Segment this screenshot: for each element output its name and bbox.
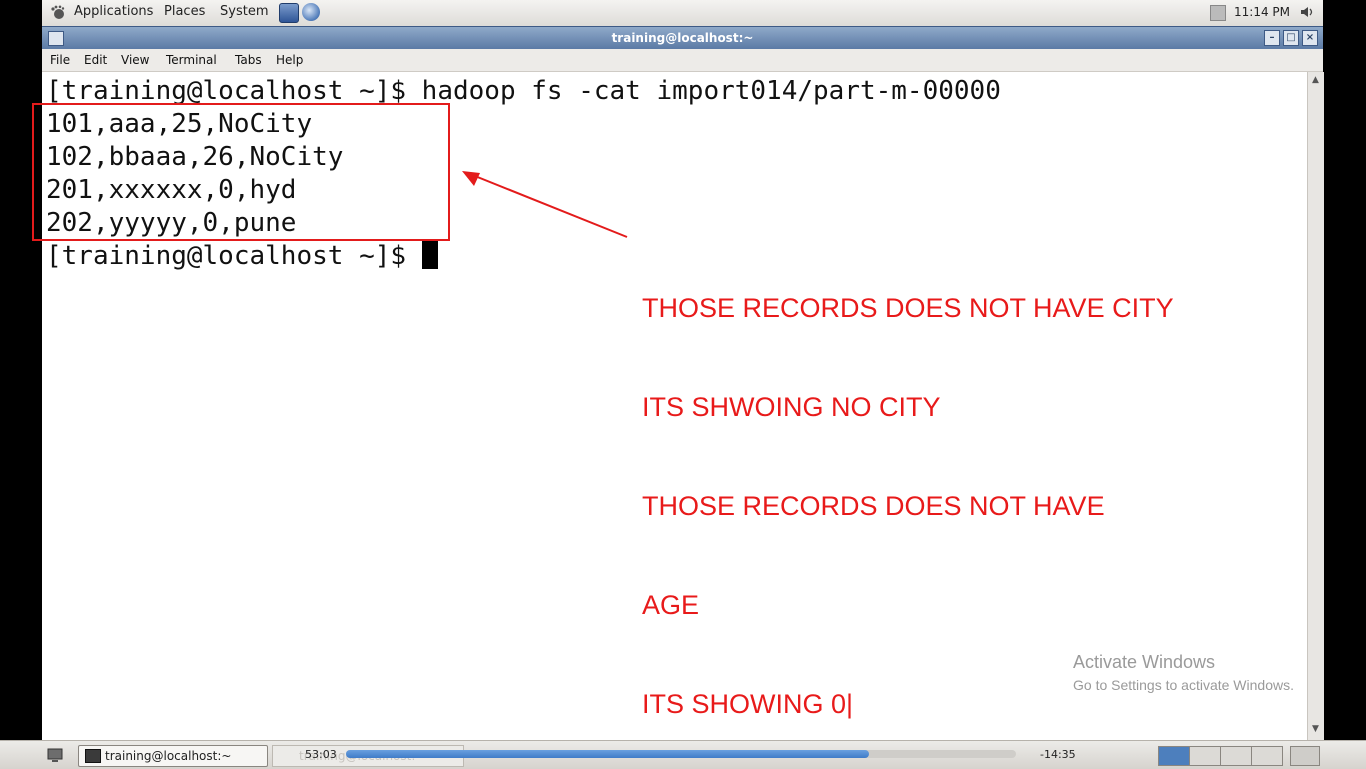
activation-watermark-subtitle: Go to Settings to activate Windows. bbox=[1073, 677, 1294, 693]
menu-applications[interactable]: Applications bbox=[74, 4, 153, 19]
menu-system[interactable]: System bbox=[220, 4, 268, 19]
minimize-button[interactable]: – bbox=[1264, 30, 1280, 46]
gnome-foot-icon[interactable] bbox=[50, 5, 66, 21]
scroll-up-icon[interactable]: ▲ bbox=[1310, 75, 1321, 86]
menu-view[interactable]: View bbox=[121, 53, 149, 67]
note-line: THOSE RECORDS DOES NOT HAVE CITY bbox=[642, 293, 1174, 323]
prompt-text: [training@localhost ~]$ bbox=[46, 241, 422, 271]
trash-icon[interactable] bbox=[1290, 746, 1320, 766]
top-panel: Applications Places System 11:14 PM bbox=[42, 0, 1323, 27]
maximize-button[interactable]: □ bbox=[1283, 30, 1299, 46]
network-icon[interactable] bbox=[1210, 5, 1226, 21]
annotation-note: THOSE RECORDS DOES NOT HAVE CITY ITS SHW… bbox=[642, 226, 1174, 754]
workspace-4[interactable] bbox=[1251, 746, 1283, 766]
scroll-down-icon[interactable]: ▼ bbox=[1310, 724, 1321, 735]
video-progress-fill bbox=[346, 750, 869, 758]
prompt-line: [training@localhost ~]$ bbox=[46, 240, 438, 272]
activation-watermark-title: Activate Windows bbox=[1073, 652, 1216, 672]
window-titlebar[interactable]: training@localhost:~ – □ × bbox=[42, 26, 1323, 49]
window-title: training@localhost:~ bbox=[611, 31, 754, 45]
text-cursor bbox=[421, 241, 438, 269]
terminal-menubar: File Edit View Terminal Tabs Help bbox=[42, 49, 1323, 72]
menu-file[interactable]: File bbox=[50, 53, 70, 67]
workspace-3[interactable] bbox=[1220, 746, 1252, 766]
workspace-2[interactable] bbox=[1189, 746, 1221, 766]
note-line: ITS SHWOING NO CITY bbox=[642, 392, 941, 422]
menu-terminal[interactable]: Terminal bbox=[166, 53, 217, 67]
video-remaining-time: -14:35 bbox=[1040, 748, 1076, 761]
close-button[interactable]: × bbox=[1302, 30, 1318, 46]
note-line: THOSE RECORDS DOES NOT HAVE bbox=[642, 491, 1105, 521]
video-elapsed-time: 53:03 bbox=[305, 748, 337, 761]
panel-clock[interactable]: 11:14 PM bbox=[1234, 5, 1290, 19]
volume-icon[interactable] bbox=[1300, 5, 1314, 19]
menu-edit[interactable]: Edit bbox=[84, 53, 107, 67]
bottom-taskbar: training@localhost:~ training@localhost:… bbox=[0, 740, 1366, 769]
menu-help[interactable]: Help bbox=[276, 53, 303, 67]
taskbar-terminal-label: training@localhost:~ bbox=[105, 749, 232, 763]
terminal-icon bbox=[85, 749, 101, 763]
note-line: AGE bbox=[642, 590, 700, 620]
taskbar-terminal-button[interactable]: training@localhost:~ bbox=[78, 745, 268, 767]
video-progress-bar[interactable] bbox=[346, 750, 1016, 758]
workspace-1[interactable] bbox=[1158, 746, 1190, 766]
editor-launcher-icon[interactable] bbox=[279, 3, 299, 23]
menu-tabs[interactable]: Tabs bbox=[235, 53, 262, 67]
browser-launcher-icon[interactable] bbox=[302, 3, 320, 21]
terminal-scrollbar[interactable]: ▲ ▼ bbox=[1307, 72, 1324, 740]
menu-places[interactable]: Places bbox=[164, 4, 205, 19]
show-desktop-icon[interactable] bbox=[46, 746, 64, 764]
highlight-box bbox=[32, 103, 450, 241]
